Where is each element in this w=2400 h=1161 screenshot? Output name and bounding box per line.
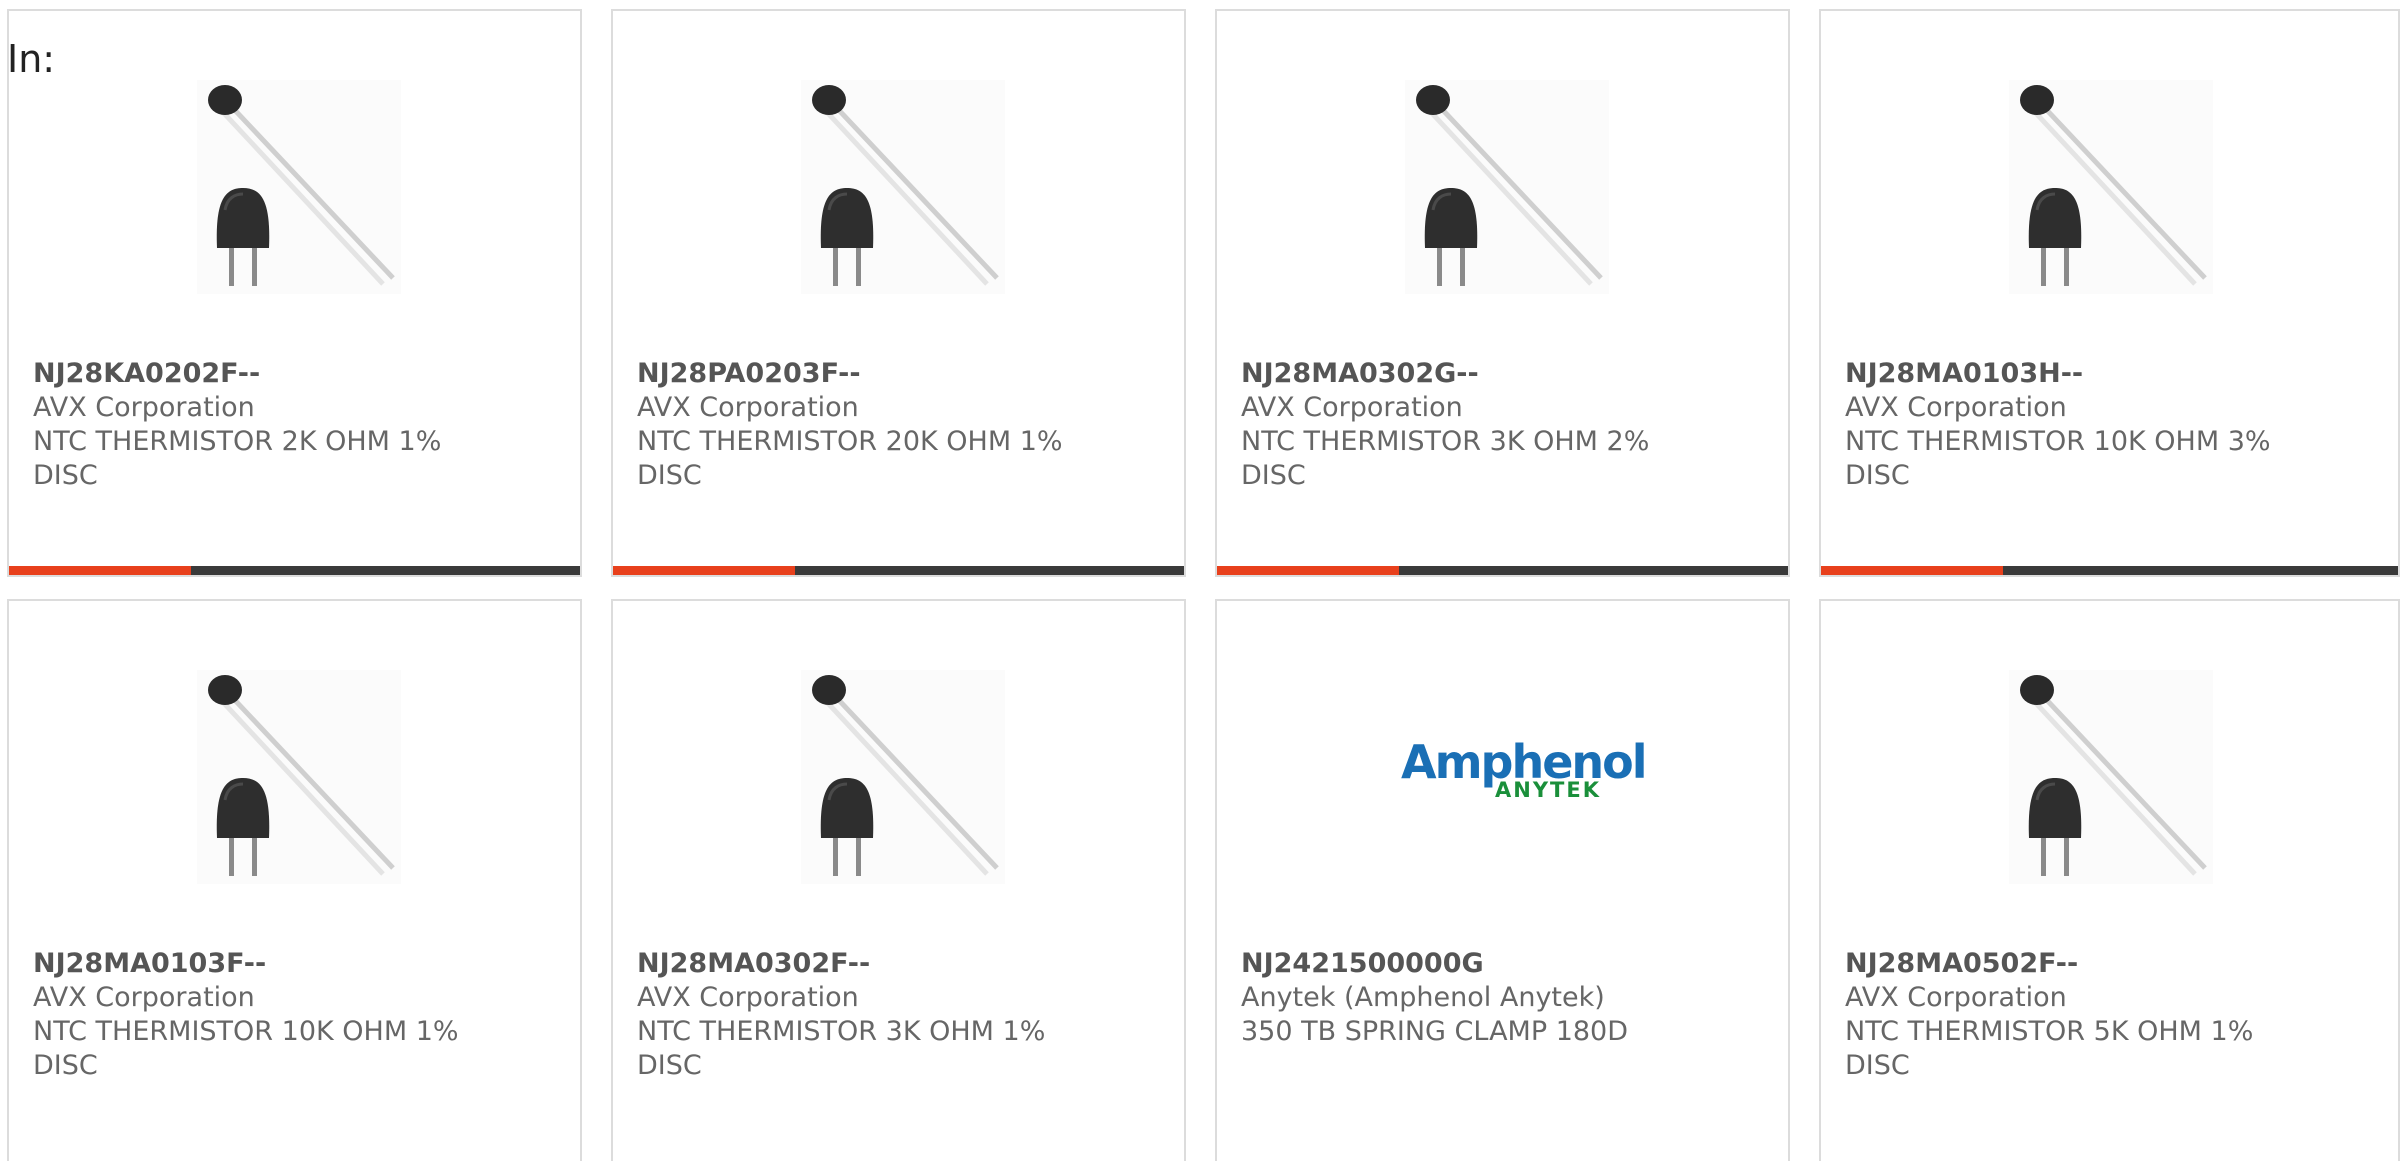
product-card[interactable]: NJ28MA0103H-- AVX Corporation NTC THERMI… [1819,9,2400,577]
description-line2: DISC [1845,1050,1910,1081]
manufacturer: AVX Corporation [33,982,255,1013]
part-number-link[interactable]: NJ28MA0302F-- [637,947,1157,981]
manufacturer: AVX Corporation [33,392,255,423]
description: NTC THERMISTOR 10K OHM 3% [1845,426,2271,457]
description: NTC THERMISTOR 5K OHM 1% [1845,1016,2254,1047]
product-info: NJ28MA0502F-- AVX Corporation NTC THERMI… [1845,947,2365,1083]
card-accent [613,566,795,575]
product-info: NJ28MA0103F-- AVX Corporation NTC THERMI… [33,947,553,1083]
part-number-link[interactable]: NJ28MA0103F-- [33,947,553,981]
product-info: NJ28KA0202F-- AVX Corporation NTC THERMI… [33,357,553,493]
thermistor-disc-icon [2009,670,2213,884]
description: NTC THERMISTOR 3K OHM 1% [637,1016,1046,1047]
thermistor-disc-icon [801,670,1005,884]
description-line2: DISC [33,1050,98,1081]
card-accent [1821,566,2003,575]
description: NTC THERMISTOR 20K OHM 1% [637,426,1063,457]
description-line2: DISC [1845,460,1910,491]
manufacturer: AVX Corporation [637,982,859,1013]
description: NTC THERMISTOR 2K OHM 1% [33,426,442,457]
card-bottom-bar [9,566,580,575]
product-card[interactable]: NJ28MA0502F-- AVX Corporation NTC THERMI… [1819,599,2400,1161]
part-number-link[interactable]: NJ28MA0302G-- [1241,357,1761,391]
thermistor-disc-icon [1405,80,1609,294]
manufacturer: AVX Corporation [637,392,859,423]
product-info: NJ28MA0302F-- AVX Corporation NTC THERMI… [637,947,1157,1083]
thermistor-image[interactable] [801,80,1005,294]
description: NTC THERMISTOR 10K OHM 1% [33,1016,459,1047]
card-bottom-bar [1821,566,2398,575]
card-bottom-bar [613,566,1184,575]
product-card[interactable]: NJ28MA0302F-- AVX Corporation NTC THERMI… [611,599,1186,1161]
thermistor-image[interactable] [801,670,1005,884]
thermistor-image[interactable] [197,80,401,294]
card-bottom-bar [1217,566,1788,575]
part-number-link[interactable]: NJ28MA0103H-- [1845,357,2365,391]
thermistor-disc-icon [801,80,1005,294]
filter-label: In: [7,37,56,81]
product-info: NJ28PA0203F-- AVX Corporation NTC THERMI… [637,357,1157,493]
part-number-link[interactable]: NJ28PA0203F-- [637,357,1157,391]
thermistor-image[interactable] [197,670,401,884]
product-info: NJ2421500000G Anytek (Amphenol Anytek) 3… [1241,947,1761,1049]
description-line2: DISC [1241,460,1306,491]
thermistor-disc-icon [2009,80,2213,294]
thermistor-image[interactable] [1405,80,1609,294]
description-line2: DISC [33,460,98,491]
manufacturer: Anytek (Amphenol Anytek) [1241,982,1605,1013]
product-info: NJ28MA0103H-- AVX Corporation NTC THERMI… [1845,357,2365,493]
description: 350 TB SPRING CLAMP 180D [1241,1016,1629,1047]
manufacturer: AVX Corporation [1845,982,2067,1013]
card-accent [9,566,191,575]
card-accent [1217,566,1399,575]
part-number-link[interactable]: NJ28KA0202F-- [33,357,553,391]
thermistor-image[interactable] [2009,80,2213,294]
description-line2: DISC [637,1050,702,1081]
part-number-link[interactable]: NJ28MA0502F-- [1845,947,2365,981]
thermistor-image[interactable] [2009,670,2213,884]
product-card[interactable]: NJ28KA0202F-- AVX Corporation NTC THERMI… [7,9,582,577]
thermistor-disc-icon [197,670,401,884]
amphenol-anytek-logo[interactable]: Amphenol ANYTEK [1401,739,1648,809]
part-number-link[interactable]: NJ2421500000G [1241,947,1761,981]
thermistor-disc-icon [197,80,401,294]
product-card[interactable]: NJ28MA0103F-- AVX Corporation NTC THERMI… [7,599,582,1161]
product-info: NJ28MA0302G-- AVX Corporation NTC THERMI… [1241,357,1761,493]
manufacturer: AVX Corporation [1241,392,1463,423]
product-card[interactable]: NJ28MA0302G-- AVX Corporation NTC THERMI… [1215,9,1790,577]
description-line2: DISC [637,460,702,491]
product-card[interactable]: NJ28PA0203F-- AVX Corporation NTC THERMI… [611,9,1186,577]
manufacturer: AVX Corporation [1845,392,2067,423]
description: NTC THERMISTOR 3K OHM 2% [1241,426,1650,457]
product-grid-page: In: NJ28KA0202F-- AVX Corporation NTC TH… [0,0,2400,1161]
product-card[interactable]: Amphenol ANYTEK NJ2421500000G Anytek (Am… [1215,599,1790,1161]
